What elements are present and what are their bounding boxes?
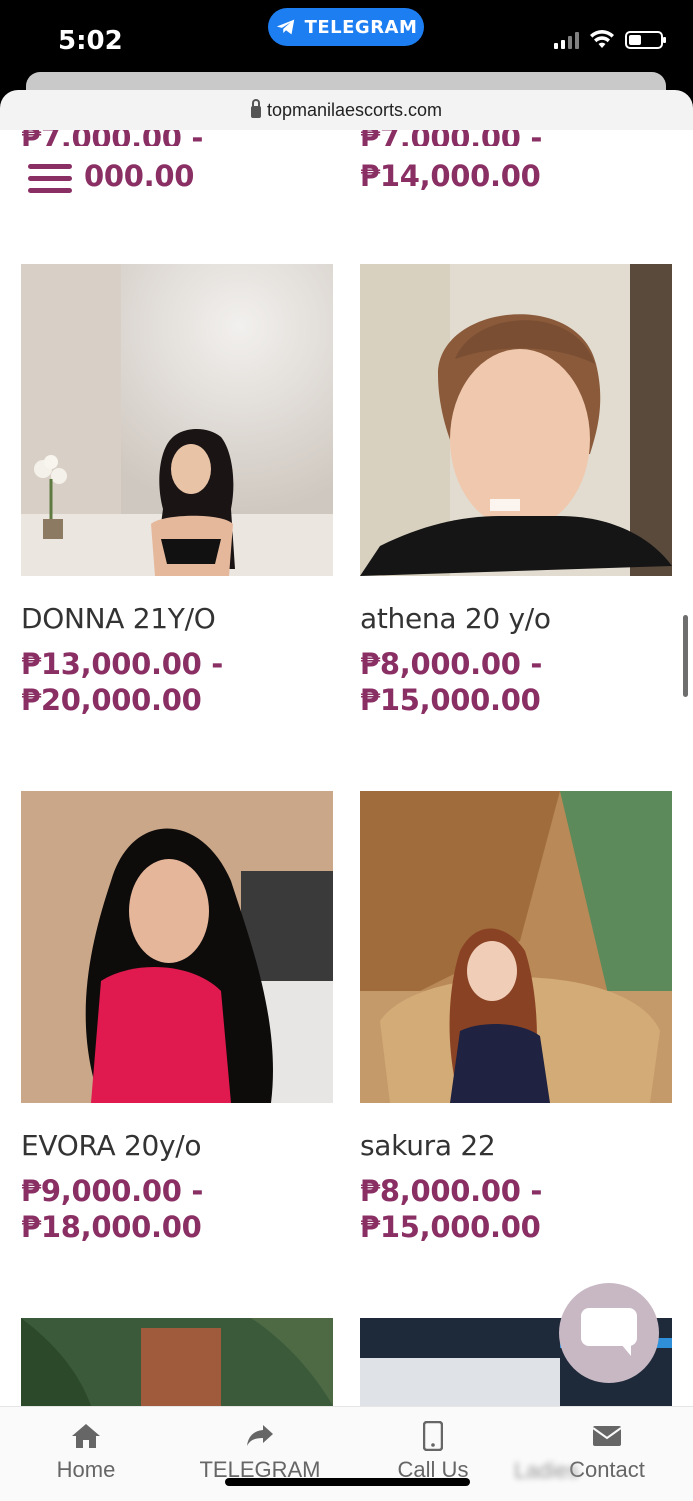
product-price-to: ₱15,000.00 <box>360 683 541 717</box>
chat-button[interactable] <box>559 1283 659 1383</box>
partial-price-to-left: 000.00 <box>84 159 195 193</box>
product-photo[interactable] <box>21 791 333 1103</box>
bottom-navigation: Home TELEGRAM Call Us Contact <box>0 1406 693 1501</box>
share-arrow-icon <box>247 1425 273 1446</box>
telegram-icon <box>276 19 294 35</box>
product-name[interactable]: sakura 22 <box>360 1129 496 1163</box>
url-text: topmanilaescorts.com <box>266 99 443 120</box>
nav-home[interactable]: Home <box>6 1421 166 1483</box>
battery-icon <box>625 31 666 49</box>
telegram-pill-label: TELEGRAM <box>304 16 418 38</box>
status-time: 5:02 <box>58 26 123 56</box>
product-name[interactable]: EVORA 20y/o <box>21 1129 202 1163</box>
product-photo[interactable] <box>21 264 333 576</box>
partial-price-from-left: ₱7,000.00 - <box>21 130 203 146</box>
menu-hamburger-icon[interactable] <box>28 164 72 196</box>
nav-home-label: Home <box>56 1457 116 1482</box>
blurred-overlay-text: Ladies <box>514 1458 579 1483</box>
product-name[interactable]: athena 20 y/o <box>360 602 551 636</box>
home-icon <box>72 1424 100 1448</box>
partial-price-to-right: ₱14,000.00 <box>360 159 541 193</box>
product-price-to: ₱18,000.00 <box>21 1210 202 1244</box>
product-name[interactable]: DONNA 21Y/O <box>21 602 216 636</box>
product-price-to: ₱20,000.00 <box>21 683 202 717</box>
product-photo[interactable] <box>360 791 672 1103</box>
product-photo[interactable] <box>21 1318 333 1406</box>
product-price-to: ₱15,000.00 <box>360 1210 541 1244</box>
phone-icon <box>423 1421 443 1451</box>
nav-call-us[interactable]: Call Us <box>353 1421 513 1483</box>
page-content: ₱7,000.00 - 000.00 ₱7,000.00 - ₱14,000.0… <box>0 130 693 1406</box>
home-indicator[interactable] <box>225 1478 470 1486</box>
cellular-signal-icon <box>554 31 579 49</box>
product-photo[interactable] <box>360 264 672 576</box>
nav-telegram[interactable]: TELEGRAM <box>180 1421 340 1483</box>
page-scrollbar[interactable] <box>683 615 688 697</box>
partial-price-from-right: ₱7,000.00 - <box>360 130 542 146</box>
telegram-pill-button[interactable]: TELEGRAM <box>268 8 424 46</box>
wifi-icon <box>590 30 614 48</box>
status-icons <box>554 30 666 50</box>
envelope-icon <box>592 1426 622 1446</box>
product-price-from: ₱8,000.00 - <box>360 1174 543 1208</box>
status-bar: 5:02 TELEGRAM <box>0 0 693 80</box>
address-bar[interactable]: topmanilaescorts.com <box>0 90 693 130</box>
chat-icon <box>581 1308 637 1356</box>
product-price-from: ₱13,000.00 - <box>21 647 223 681</box>
product-price-from: ₱9,000.00 - <box>21 1174 204 1208</box>
product-price-from: ₱8,000.00 - <box>360 647 543 681</box>
nav-contact-label: Contact <box>569 1457 645 1482</box>
lock-icon <box>250 99 261 118</box>
